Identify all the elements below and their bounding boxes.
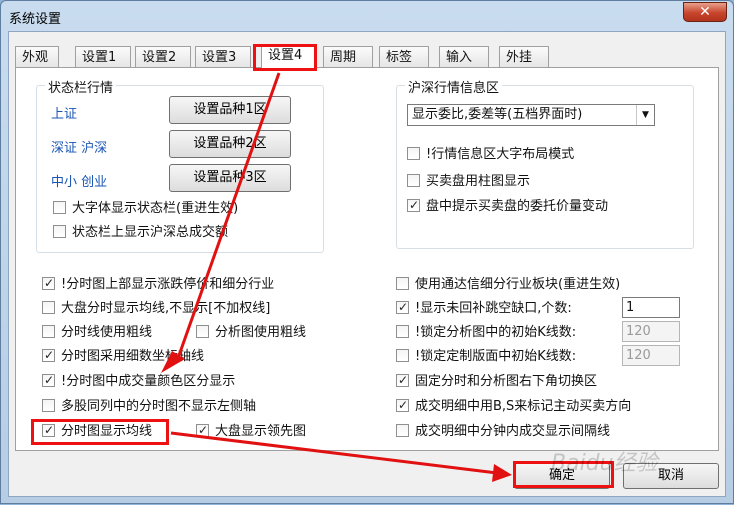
checkbox-label: !锁定定制版面中初始K线数: xyxy=(415,349,577,364)
checkbox-box[interactable] xyxy=(53,201,66,214)
checkbox-box[interactable] xyxy=(42,275,55,291)
checkbox-label: 盘中提示买卖盘的委托价量变动 xyxy=(426,199,609,214)
checkbox-label: 大盘分时显示均线,不显示[不加权线] xyxy=(61,301,271,316)
bs-mark-checkbox[interactable]: 成交明细中用B,S来标记主动买卖方向 xyxy=(396,397,632,416)
checkbox-box[interactable] xyxy=(42,347,55,363)
tab-labels[interactable]: 标签 xyxy=(379,46,429,68)
index-leading-chart-checkbox[interactable]: 大盘显示领先图 xyxy=(196,422,307,441)
checkbox-label: 使用通达信细分行业板块(重进生效) xyxy=(415,277,621,292)
set-variety-zone1-button[interactable]: 设置品种1区 xyxy=(169,96,291,124)
checkbox-label: 分时图采用细数坐标轴线 xyxy=(61,349,205,364)
info-area-select-value: 显示委比,委差等(五档界面时) xyxy=(412,107,583,122)
checkbox-box[interactable] xyxy=(53,225,66,238)
analysis-thick-line-checkbox[interactable]: 分析图使用粗线 xyxy=(196,324,306,342)
info-area-select[interactable]: 显示委比,委差等(五档界面时) ▼ xyxy=(407,104,655,126)
hide-left-axis-checkbox[interactable]: 多股同列中的分时图不显示左侧轴 xyxy=(42,398,256,416)
checkbox-label: 分时线使用粗线 xyxy=(61,325,153,340)
checkbox-label: 成交明细中分钟内成交显示间隔线 xyxy=(415,424,611,439)
checkbox-box[interactable] xyxy=(396,372,409,388)
checkbox-label: !行情信息区大字布局模式 xyxy=(426,147,575,162)
bar-chart-orders-checkbox[interactable]: 买卖盘用柱图显示 xyxy=(407,173,530,191)
fixed-switch-area-checkbox[interactable]: 固定分时和分析图右下角切换区 xyxy=(396,372,598,391)
checkbox-label: 买卖盘用柱图显示 xyxy=(426,174,531,189)
show-gap-checkbox[interactable]: !显示未回补跳空缺口,个数: xyxy=(396,299,572,318)
set-variety-zone3-button[interactable]: 设置品种3区 xyxy=(169,164,291,192)
checkbox-label: 分时图显示均线 xyxy=(61,424,153,439)
tab-settings3[interactable]: 设置3 xyxy=(195,46,251,68)
checkbox-box[interactable] xyxy=(407,197,420,213)
lock-analysis-k-checkbox[interactable]: !锁定分析图中的初始K线数: xyxy=(396,324,576,342)
settings-dialog: 系统设置 ✕ 外观 设置1 设置2 设置3 设置4 周期 标签 输入 外挂 状态… xyxy=(0,0,734,504)
checkbox-box[interactable] xyxy=(396,349,409,362)
info-area-group: 沪深行情信息区 显示委比,委差等(五档界面时) ▼ !行情信息区大字布局模式 买… xyxy=(396,77,694,249)
watermark: Baidu经验 xyxy=(551,451,658,476)
checkbox-label: 多股同列中的分时图不显示左侧轴 xyxy=(61,399,257,414)
thin-axis-lines-checkbox[interactable]: 分时图采用细数坐标轴线 xyxy=(42,347,205,366)
checkbox-label: !分时图上部显示涨跌停价和细分行业 xyxy=(61,277,275,292)
checkbox-box[interactable] xyxy=(42,301,55,314)
checkbox-label: 大盘显示领先图 xyxy=(215,424,307,439)
tab-settings4[interactable]: 设置4 xyxy=(261,44,317,69)
tab-settings2[interactable]: 设置2 xyxy=(135,46,191,68)
status-bar-group: 状态栏行情 上证 设置品种1区 深证 沪深 设置品种2区 中小 创业 设置品种3… xyxy=(36,77,324,253)
checkbox-label: 大字体显示状态栏(重进生效) xyxy=(72,201,239,216)
tab-appearance[interactable]: 外观 xyxy=(15,46,59,68)
large-font-statusbar-checkbox[interactable]: 大字体显示状态栏(重进生效) xyxy=(53,200,238,218)
checkbox-box[interactable] xyxy=(42,372,55,388)
window-title: 系统设置 xyxy=(9,12,62,27)
lock-custom-k-checkbox[interactable]: !锁定定制版面中初始K线数: xyxy=(396,348,576,366)
show-total-turnover-checkbox[interactable]: 状态栏上显示沪深总成交额 xyxy=(53,224,228,242)
index-avg-line-checkbox[interactable]: 大盘分时显示均线,不显示[不加权线] xyxy=(42,300,270,318)
checkbox-box[interactable] xyxy=(396,397,409,413)
tab-period[interactable]: 周期 xyxy=(323,46,373,68)
checkbox-box[interactable] xyxy=(407,174,420,187)
checkbox-label: 固定分时和分析图右下角切换区 xyxy=(415,374,598,389)
checkbox-box[interactable] xyxy=(396,424,409,437)
minute-separator-checkbox[interactable]: 成交明细中分钟内成交显示间隔线 xyxy=(396,423,610,441)
checkbox-box[interactable] xyxy=(396,277,409,290)
tdx-industry-block-checkbox[interactable]: 使用通达信细分行业板块(重进生效) xyxy=(396,276,620,294)
set-variety-zone2-button[interactable]: 设置品种2区 xyxy=(169,130,291,158)
checkbox-label: !显示未回补跳空缺口,个数: xyxy=(415,301,572,316)
settings4-panel: 状态栏行情 上证 设置品种1区 深证 沪深 设置品种2区 中小 创业 设置品种3… xyxy=(15,67,719,451)
tab-plugins[interactable]: 外挂 xyxy=(499,46,549,68)
tab-settings1[interactable]: 设置1 xyxy=(75,46,131,68)
checkbox-label: 分析图使用粗线 xyxy=(215,325,307,340)
dialog-client: 外观 设置1 设置2 设置3 设置4 周期 标签 输入 外挂 状态栏行情 上证 … xyxy=(8,31,726,497)
checkbox-box[interactable] xyxy=(42,422,55,438)
status-bar-group-title: 状态栏行情 xyxy=(45,77,117,96)
checkbox-box[interactable] xyxy=(396,325,409,338)
checkbox-box[interactable] xyxy=(396,299,409,315)
quote-label-sz: 深证 沪深 xyxy=(51,141,108,156)
checkbox-label: 成交明细中用B,S来标记主动买卖方向 xyxy=(415,399,632,414)
checkbox-box[interactable] xyxy=(42,325,55,338)
chevron-down-icon[interactable]: ▼ xyxy=(636,105,654,125)
checkbox-box[interactable] xyxy=(196,422,209,438)
checkbox-label: !分时图中成交量颜色区分显示 xyxy=(61,374,236,389)
gap-count-input[interactable]: 1 xyxy=(622,297,680,318)
show-avg-line-checkbox[interactable]: 分时图显示均线 xyxy=(42,422,153,441)
checkbox-box[interactable] xyxy=(407,147,420,160)
large-layout-mode-checkbox[interactable]: !行情信息区大字布局模式 xyxy=(407,146,574,164)
quote-label-sme: 中小 创业 xyxy=(51,175,108,190)
checkbox-box[interactable] xyxy=(42,399,55,412)
tab-input[interactable]: 输入 xyxy=(439,46,489,68)
quote-label-sh: 上证 xyxy=(51,107,78,122)
show-limit-price-checkbox[interactable]: !分时图上部显示涨跌停价和细分行业 xyxy=(42,275,275,294)
checkbox-box[interactable] xyxy=(196,325,209,338)
intraday-thick-line-checkbox[interactable]: 分时线使用粗线 xyxy=(42,324,152,342)
tab-strip: 外观 设置1 设置2 设置3 设置4 周期 标签 输入 外挂 xyxy=(15,44,715,69)
checkbox-label: !锁定分析图中的初始K线数: xyxy=(415,325,577,340)
custom-k-count-input[interactable]: 120 xyxy=(622,345,680,366)
title-bar: 系统设置 ✕ xyxy=(1,1,733,31)
info-area-group-title: 沪深行情信息区 xyxy=(405,77,503,96)
order-change-alert-checkbox[interactable]: 盘中提示买卖盘的委托价量变动 xyxy=(407,197,609,216)
checkbox-label: 状态栏上显示沪深总成交额 xyxy=(72,225,229,240)
analysis-k-count-input[interactable]: 120 xyxy=(622,321,680,342)
volume-color-checkbox[interactable]: !分时图中成交量颜色区分显示 xyxy=(42,372,236,391)
close-button[interactable]: ✕ xyxy=(683,2,727,22)
